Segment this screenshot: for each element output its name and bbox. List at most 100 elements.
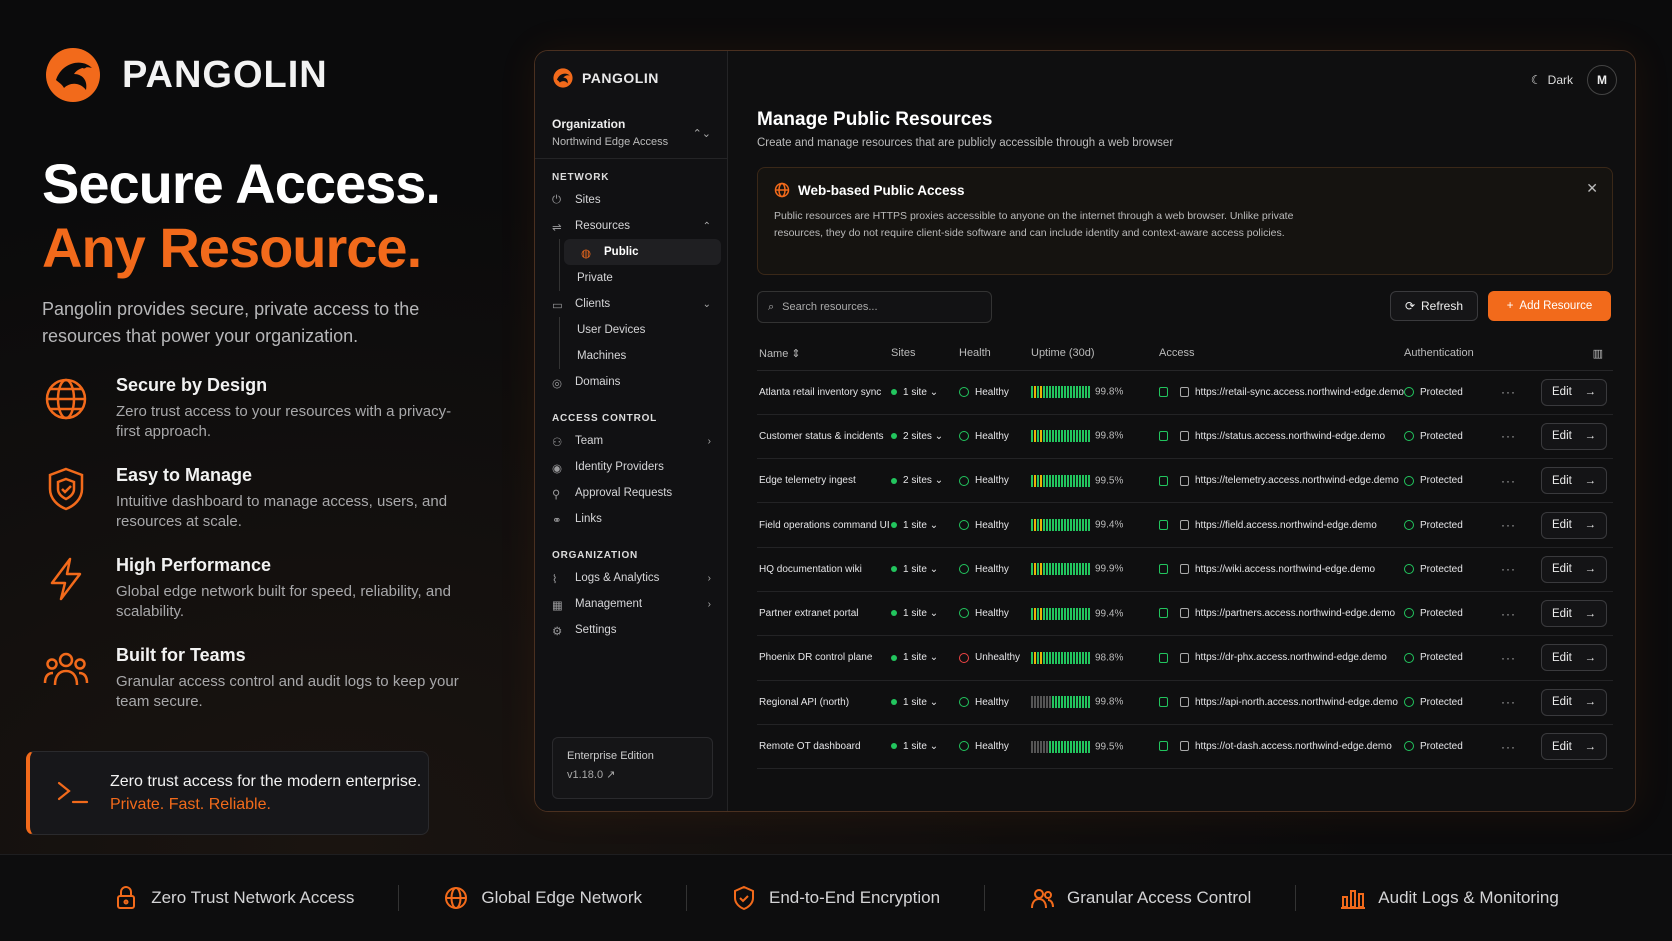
sidebar-item-domains[interactable]: ◎ Domains — [535, 369, 727, 395]
edit-button[interactable]: Edit → — [1541, 422, 1607, 450]
access-url[interactable]: https://retail-sync.access.northwind-edg… — [1195, 387, 1404, 398]
copy-icon[interactable] — [1180, 741, 1189, 752]
col-name[interactable]: Name ⇕ — [757, 337, 891, 371]
org-switcher[interactable]: Organization Northwind Edge Access ⌃⌄ — [535, 105, 727, 159]
access-url[interactable]: https://partners.access.northwind-edge.d… — [1195, 608, 1395, 619]
table-row[interactable]: Edge telemetry ingest 2 sites ⌄ Healthy 99.… — [757, 458, 1613, 504]
columns-icon[interactable]: ▥ — [1525, 337, 1613, 371]
sites-cell[interactable]: 1 site ⌄ — [891, 635, 959, 681]
more-icon[interactable]: ··· — [1501, 429, 1516, 443]
access-url[interactable]: https://ot-dash.access.northwind-edge.de… — [1195, 741, 1392, 752]
sidebar-item-approval-requests[interactable]: ⚲ Approval Requests — [535, 480, 727, 506]
sidebar-logo[interactable]: PANGOLIN — [535, 51, 727, 105]
sidebar-item-identity-providers[interactable]: ◉ Identity Providers — [535, 454, 727, 480]
resource-name[interactable]: Partner extranet portal — [757, 591, 891, 637]
edit-cell: Edit → — [1525, 502, 1613, 548]
sites-cell[interactable]: 1 site ⌄ — [891, 370, 959, 415]
access-url[interactable]: https://wiki.access.northwind-edge.demo — [1195, 564, 1375, 575]
copy-icon[interactable] — [1180, 431, 1189, 442]
table-row[interactable]: Field operations command UI 1 site ⌄ Healt… — [757, 502, 1613, 548]
copy-icon[interactable] — [1180, 564, 1189, 575]
shield-check-icon — [1404, 475, 1414, 486]
refresh-button[interactable]: ⟳ Refresh — [1390, 291, 1478, 321]
status-dot — [891, 699, 897, 706]
more-icon[interactable]: ··· — [1501, 740, 1516, 754]
chevron-down-icon: ⌄ — [929, 608, 939, 620]
resource-name[interactable]: Atlanta retail inventory sync — [757, 370, 891, 415]
sidebar-item-resources[interactable]: ⇌ Resources ⌃ — [535, 213, 727, 239]
more-icon[interactable]: ··· — [1501, 562, 1516, 576]
sidebar-item-machines[interactable]: Machines — [560, 343, 727, 369]
auth-status: Protected — [1420, 741, 1463, 753]
sites-cell[interactable]: 1 site ⌄ — [891, 547, 959, 592]
sidebar-item-team[interactable]: ⚇ Team › — [535, 428, 727, 454]
sidebar-item-sites[interactable]: ⏻ Sites — [535, 187, 727, 213]
resource-name[interactable]: Phoenix DR control plane — [757, 635, 891, 681]
more-icon[interactable]: ··· — [1501, 695, 1516, 709]
nav-label: User Devices — [577, 324, 646, 336]
table-row[interactable]: Regional API (north) 1 site ⌄ Healthy 99.8%… — [757, 680, 1613, 725]
sidebar-item-user-devices[interactable]: User Devices — [560, 317, 727, 343]
banner-description: Public resources are HTTPS proxies acces… — [774, 210, 1294, 239]
copy-icon[interactable] — [1180, 475, 1189, 486]
sidebar-item-logs[interactable]: ⌇ Logs & Analytics › — [535, 565, 727, 591]
table-row[interactable]: Atlanta retail inventory sync 1 site ⌄ Hea… — [757, 370, 1613, 415]
resource-name[interactable]: Edge telemetry ingest — [757, 458, 891, 504]
table-row[interactable]: Partner extranet portal 1 site ⌄ Healthy 99… — [757, 591, 1613, 637]
more-icon[interactable]: ··· — [1501, 385, 1516, 399]
edit-button[interactable]: Edit → — [1541, 688, 1607, 716]
sites-cell[interactable]: 2 sites ⌄ — [891, 458, 959, 504]
sites-cell[interactable]: 2 sites ⌄ — [891, 414, 959, 460]
more-icon[interactable]: ··· — [1501, 651, 1516, 665]
more-icon[interactable]: ··· — [1501, 607, 1516, 621]
add-resource-button[interactable]: + Add Resource — [1488, 291, 1611, 321]
search-input[interactable]: ⌕ Search resources... — [757, 291, 992, 323]
copy-icon[interactable] — [1180, 697, 1189, 708]
access-url[interactable]: https://api-north.access.northwind-edge.… — [1195, 697, 1398, 708]
sidebar-item-private[interactable]: Private — [560, 265, 727, 291]
table-row[interactable]: Remote OT dashboard 1 site ⌄ Healthy 99.5% h… — [757, 724, 1613, 770]
table-row[interactable]: Customer status & incidents 2 sites ⌄ Heal… — [757, 414, 1613, 460]
copy-icon[interactable] — [1180, 387, 1189, 397]
sites-count: 2 sites — [903, 475, 932, 487]
copy-icon[interactable] — [1180, 652, 1189, 663]
copy-icon[interactable] — [1180, 608, 1189, 619]
bottom-item: Zero Trust Network Access — [69, 885, 400, 911]
sidebar-logo-text: PANGOLIN — [582, 70, 659, 86]
edit-button[interactable]: Edit → — [1541, 511, 1607, 539]
table-row[interactable]: HQ documentation wiki 1 site ⌄ Healthy 99.9… — [757, 547, 1613, 592]
resource-name[interactable]: Regional API (north) — [757, 680, 891, 725]
sidebar-item-public[interactable]: ◍ Public — [564, 239, 721, 265]
sites-cell[interactable]: 1 site ⌄ — [891, 591, 959, 637]
sidebar-item-settings[interactable]: ⚙ Settings — [535, 617, 727, 643]
sidebar-item-management[interactable]: ▦ Management › — [535, 591, 727, 617]
more-icon[interactable]: ··· — [1501, 518, 1516, 532]
edit-button[interactable]: Edit → — [1541, 644, 1607, 672]
close-icon[interactable]: ✕ — [1586, 180, 1598, 197]
sidebar-item-clients[interactable]: ▭ Clients ⌄ — [535, 291, 727, 317]
access-url[interactable]: https://field.access.northwind-edge.demo — [1195, 520, 1377, 531]
more-icon[interactable]: ··· — [1501, 474, 1516, 488]
resource-name[interactable]: Customer status & incidents — [757, 414, 891, 460]
access-url[interactable]: https://dr-phx.access.northwind-edge.dem… — [1195, 652, 1387, 663]
resource-name[interactable]: Field operations command UI — [757, 502, 891, 548]
edit-button[interactable]: Edit → — [1541, 467, 1607, 495]
access-url[interactable]: https://status.access.northwind-edge.dem… — [1195, 431, 1385, 442]
sidebar-item-links[interactable]: ⚭ Links — [535, 506, 727, 532]
table-row[interactable]: Phoenix DR control plane 1 site ⌄ Unhealth… — [757, 635, 1613, 681]
main-content: ☾ Dark M Manage Public Resources Create a… — [728, 51, 1635, 811]
edit-button[interactable]: Edit → — [1541, 555, 1607, 583]
sites-cell[interactable]: 1 site ⌄ — [891, 502, 959, 548]
version-link[interactable]: v1.18.0 — [567, 769, 603, 781]
sites-cell[interactable]: 1 site ⌄ — [891, 724, 959, 770]
access-url[interactable]: https://telemetry.access.northwind-edge.… — [1195, 475, 1399, 486]
theme-toggle[interactable]: ☾ Dark — [1531, 73, 1573, 87]
resource-name[interactable]: HQ documentation wiki — [757, 547, 891, 592]
sites-cell[interactable]: 1 site ⌄ — [891, 680, 959, 725]
avatar[interactable]: M — [1587, 65, 1617, 95]
copy-icon[interactable] — [1180, 519, 1189, 530]
resource-name[interactable]: Remote OT dashboard — [757, 724, 891, 770]
edit-button[interactable]: Edit → — [1541, 378, 1607, 406]
edit-button[interactable]: Edit → — [1541, 733, 1607, 761]
edit-button[interactable]: Edit → — [1541, 600, 1607, 628]
